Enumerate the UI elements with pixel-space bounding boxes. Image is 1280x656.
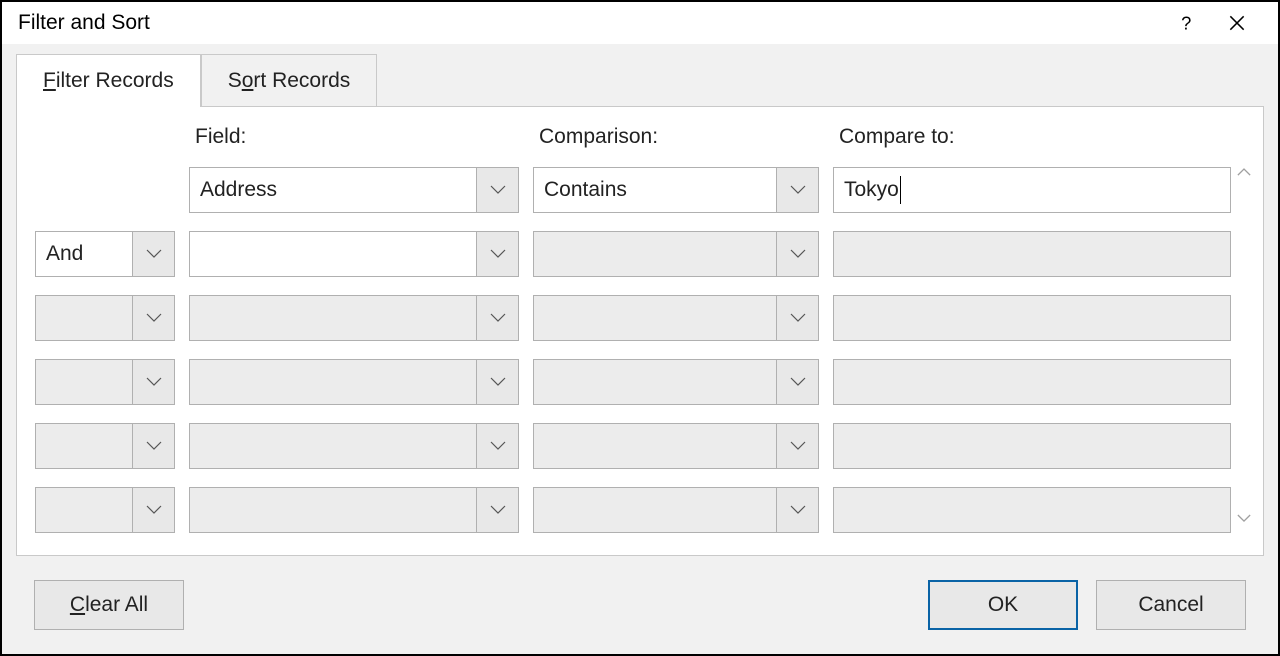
compare-to-input-3[interactable] <box>833 359 1231 405</box>
close-icon <box>1227 13 1247 33</box>
button-bar: Clear All OK Cancel <box>16 556 1264 654</box>
svg-text:?: ? <box>1181 13 1191 33</box>
logic-combo-1[interactable]: And <box>35 231 175 277</box>
tab-filter-records[interactable]: Filter Records <box>16 54 201 107</box>
ok-button[interactable]: OK <box>928 580 1078 630</box>
chevron-down-icon[interactable] <box>476 232 518 276</box>
filter-tab-content: Field: Comparison: Compare to: Address C… <box>16 106 1264 556</box>
scroll-down-icon[interactable] <box>1229 503 1259 533</box>
field-combo-4[interactable] <box>189 423 519 469</box>
comparison-combo-3[interactable] <box>533 359 819 405</box>
comparison-combo-0[interactable]: Contains <box>533 167 819 213</box>
comparison-combo-2[interactable] <box>533 295 819 341</box>
compare-to-input-4[interactable] <box>833 423 1231 469</box>
text-cursor <box>900 176 901 204</box>
chevron-down-icon[interactable] <box>476 168 518 212</box>
chevron-down-icon[interactable] <box>132 296 174 340</box>
compare-to-input-1[interactable] <box>833 231 1231 277</box>
field-header: Field: <box>189 125 519 149</box>
field-combo-5[interactable] <box>189 487 519 533</box>
dialog-body: Filter Records Sort Records Field: Compa… <box>2 44 1278 654</box>
tabstrip: Filter Records Sort Records <box>16 54 1264 107</box>
close-button[interactable] <box>1212 3 1262 43</box>
chevron-down-icon[interactable] <box>476 296 518 340</box>
comparison-combo-5[interactable] <box>533 487 819 533</box>
compare-to-input-0[interactable]: Tokyo <box>833 167 1231 213</box>
comparison-combo-1[interactable] <box>533 231 819 277</box>
field-combo-0[interactable]: Address <box>189 167 519 213</box>
chevron-down-icon[interactable] <box>776 424 818 468</box>
logic-combo-5[interactable] <box>35 487 175 533</box>
field-combo-2[interactable] <box>189 295 519 341</box>
help-icon: ? <box>1177 13 1197 33</box>
titlebar: Filter and Sort ? <box>2 2 1278 44</box>
scroll-up-icon[interactable] <box>1229 157 1259 187</box>
compare-to-header: Compare to: <box>833 125 1231 149</box>
chevron-down-icon[interactable] <box>776 168 818 212</box>
logic-combo-2[interactable] <box>35 295 175 341</box>
chevron-down-icon[interactable] <box>476 488 518 532</box>
cancel-button[interactable]: Cancel <box>1096 580 1246 630</box>
field-combo-3[interactable] <box>189 359 519 405</box>
chevron-down-icon[interactable] <box>776 296 818 340</box>
chevron-down-icon[interactable] <box>132 488 174 532</box>
comparison-combo-4[interactable] <box>533 423 819 469</box>
chevron-down-icon[interactable] <box>132 424 174 468</box>
scroll-bar[interactable] <box>1229 157 1259 533</box>
dialog-title: Filter and Sort <box>18 11 150 35</box>
comparison-header: Comparison: <box>533 125 819 149</box>
clear-all-button[interactable]: Clear All <box>34 580 184 630</box>
tab-sort-records[interactable]: Sort Records <box>201 54 378 107</box>
filter-sort-dialog: Filter and Sort ? Filter Records Sort Re… <box>0 0 1280 656</box>
chevron-down-icon[interactable] <box>132 232 174 276</box>
help-button[interactable]: ? <box>1162 3 1212 43</box>
compare-to-input-5[interactable] <box>833 487 1231 533</box>
filter-grid: Field: Comparison: Compare to: Address C… <box>35 125 1245 533</box>
logic-combo-4[interactable] <box>35 423 175 469</box>
chevron-down-icon[interactable] <box>476 424 518 468</box>
chevron-down-icon[interactable] <box>776 360 818 404</box>
compare-to-input-2[interactable] <box>833 295 1231 341</box>
chevron-down-icon[interactable] <box>132 360 174 404</box>
chevron-down-icon[interactable] <box>776 488 818 532</box>
chevron-down-icon[interactable] <box>776 232 818 276</box>
field-combo-1[interactable] <box>189 231 519 277</box>
chevron-down-icon[interactable] <box>476 360 518 404</box>
logic-combo-3[interactable] <box>35 359 175 405</box>
